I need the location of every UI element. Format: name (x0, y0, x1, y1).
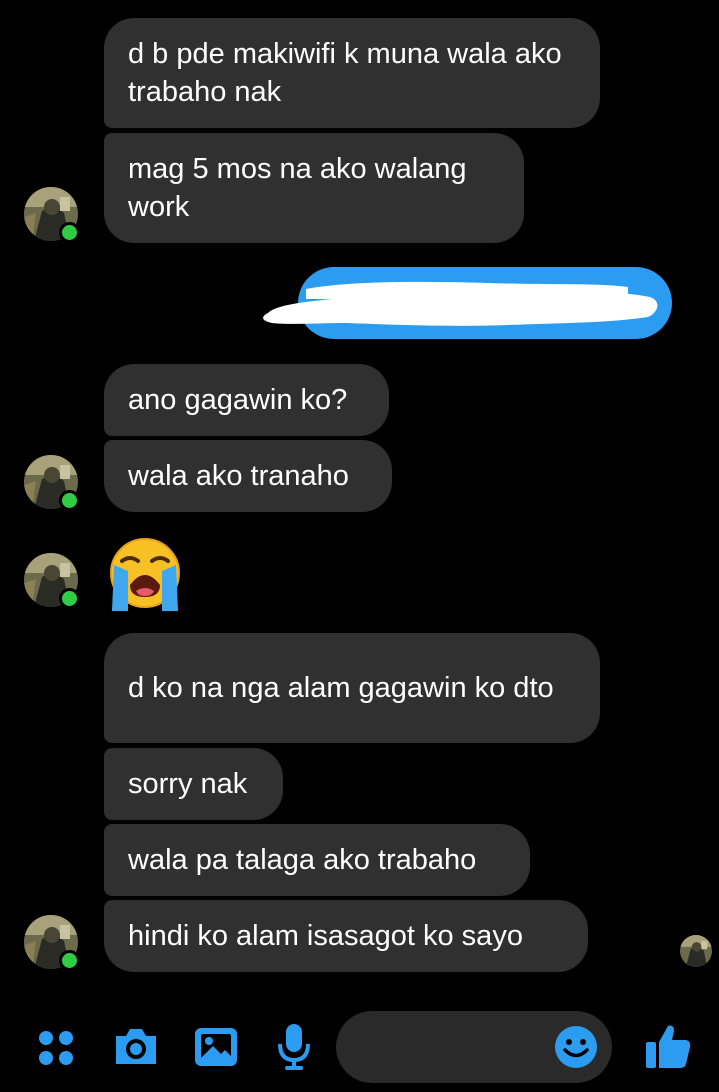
message-input[interactable] (336, 1011, 612, 1083)
contact-avatar[interactable] (24, 455, 80, 511)
message-text: wala ako tranaho (128, 460, 349, 492)
message-text: ano gagawin ko? (128, 384, 348, 416)
microphone-icon[interactable] (276, 1022, 312, 1077)
contact-avatar[interactable] (24, 553, 80, 609)
message-bubble[interactable]: sorry nak (104, 748, 283, 820)
message-bubble[interactable]: d ko na nga alam gagawin ko dto (104, 633, 600, 743)
seen-avatar-photo (680, 935, 712, 967)
message-text: d b pde makiwifi k muna wala ako trabaho… (128, 38, 562, 108)
message-bubble[interactable]: wala pa talaga ako trabaho (104, 824, 530, 896)
loudly-crying-face-emoji[interactable] (106, 535, 184, 613)
message-bubble[interactable]: mag 5 mos na ako walang work (104, 133, 524, 243)
gallery-icon[interactable] (193, 1026, 239, 1073)
message-bubble[interactable]: ano gagawin ko? (104, 364, 389, 436)
message-text: hindi ko alam isasagot ko sayo (128, 920, 523, 952)
online-status-dot (59, 588, 80, 609)
message-text: sorry nak (128, 768, 248, 800)
message-bubble[interactable]: d b pde makiwifi k muna wala ako trabaho… (104, 18, 600, 128)
loudly-crying-face-icon (110, 538, 180, 611)
contact-avatar[interactable] (24, 187, 80, 243)
message-bubble[interactable]: wala ako tranaho (104, 440, 392, 512)
contact-avatar[interactable] (24, 915, 80, 971)
message-text: wala pa talaga ako trabaho (128, 844, 477, 876)
message-text: d ko na nga alam gagawin ko dto (128, 672, 554, 704)
camera-icon[interactable] (112, 1024, 160, 1073)
message-bubble[interactable]: hindi ko alam isasagot ko sayo (104, 900, 588, 972)
apps-grid-icon[interactable] (36, 1028, 76, 1073)
message-text: mag 5 mos na ako walang work (128, 153, 467, 223)
seen-indicator-avatar (680, 935, 712, 967)
redacted-message (263, 267, 672, 339)
online-status-dot (59, 950, 80, 971)
sent-message-bubble[interactable] (258, 267, 672, 339)
thumbs-up-icon[interactable] (644, 1022, 692, 1075)
smiley-icon[interactable] (554, 1025, 598, 1074)
online-status-dot (59, 222, 80, 243)
online-status-dot (59, 490, 80, 511)
